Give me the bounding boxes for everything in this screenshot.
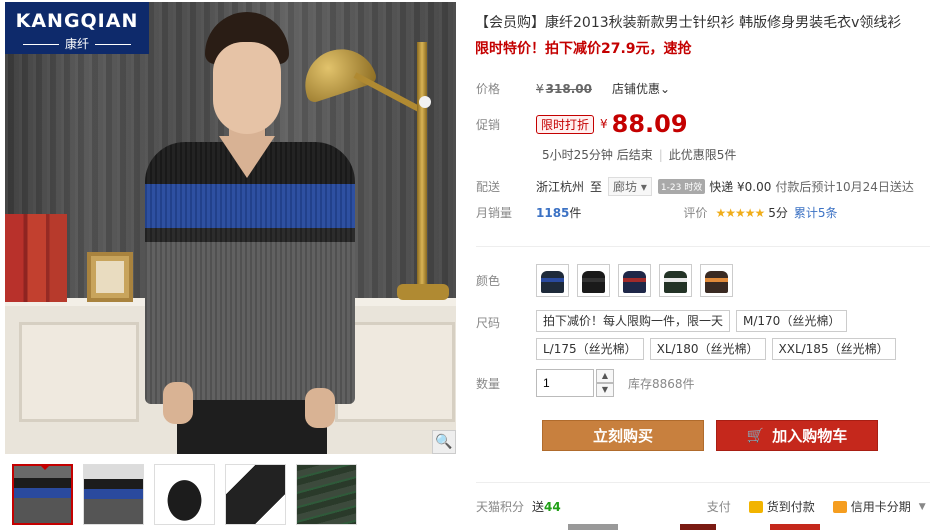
brand-name: KANGQIAN: [15, 10, 139, 32]
size-option-xl[interactable]: XL/180（丝光棉）: [649, 338, 766, 360]
thumbnail-3[interactable]: [154, 464, 215, 525]
original-price: ¥318.00: [536, 81, 592, 96]
color-swatch-black[interactable]: [577, 264, 610, 297]
color-swatch-black-navy[interactable]: [536, 264, 569, 297]
promo-headline: 限时特价！拍下减价27.9元，速抢: [475, 41, 692, 57]
express-badge: 1-23 时效: [657, 179, 706, 194]
rating-score: 5分: [768, 206, 788, 220]
cart-icon: 🛒: [746, 427, 765, 444]
caret-down-icon: ▾: [640, 180, 647, 194]
divider: [476, 246, 930, 247]
model-face: [213, 42, 281, 134]
thumbnail-1[interactable]: [12, 464, 73, 525]
payment-label: 支付: [706, 500, 731, 514]
countdown-text: 5小时25分钟 后结束: [542, 148, 653, 162]
cash-on-delivery-icon: [748, 500, 763, 513]
decrease-quantity-button[interactable]: ▼: [596, 383, 614, 397]
size-option-m[interactable]: M/170（丝光棉）: [736, 310, 848, 332]
lamp-base: [397, 284, 449, 300]
sale-price: 88.09: [611, 110, 688, 138]
price-row: 价格 ¥318.00 店铺优惠⌄: [476, 80, 670, 97]
stock-count: 库存8868件: [628, 376, 695, 391]
chevron-down-icon: ⌄: [659, 82, 671, 96]
promo-limit: 此优惠限5件: [668, 148, 737, 162]
brand-logo: KANGQIAN 康纤: [5, 2, 149, 54]
shipping-label: 配送: [476, 180, 501, 194]
picture-frame-decor: [87, 252, 133, 302]
monthly-sales-count: 1185: [536, 205, 570, 220]
size-option-promo[interactable]: 拍下减价！每人限购一件，限一天: [536, 310, 731, 332]
express-fee: 快递 ¥0.00: [709, 180, 772, 194]
main-product-photo[interactable]: [5, 2, 456, 454]
ship-from: 浙江杭州: [536, 180, 585, 194]
books-decor: [5, 214, 67, 302]
sales-unit: 件: [569, 206, 582, 220]
promo-label: 促销: [476, 117, 501, 132]
color-swatch-green-white[interactable]: [659, 264, 692, 297]
size-label: 尺码: [476, 316, 501, 330]
monthly-sales-label: 月销量: [476, 206, 513, 220]
footer-row: 天猫积分 送44 支付 货到付款 信用卡分期 ▼: [476, 498, 926, 515]
pay-installment-option[interactable]: 信用卡分期: [832, 498, 911, 515]
color-swatches: [536, 264, 733, 297]
points-label: 天猫积分: [476, 500, 525, 514]
points-value: 送44: [532, 500, 561, 514]
quantity-stepper: ▲ ▼: [596, 369, 614, 397]
currency-symbol: ¥: [600, 117, 608, 131]
shipping-row: 配送 浙江杭州 至 廊坊 ▾ 1-23 时效 快递 ¥0.00 付款后预计10月…: [476, 177, 914, 196]
promo-tag: 限时打折: [536, 114, 595, 134]
rating-label: 评价: [683, 206, 708, 220]
size-row: 尺码 拍下减价！每人限购一件，限一天 M/170（丝光棉） L/175（丝光棉）…: [476, 310, 916, 360]
model-hand: [163, 382, 193, 424]
store-coupon-dropdown[interactable]: 店铺优惠⌄: [612, 80, 670, 97]
mantel-panel: [19, 322, 139, 422]
size-option-xxl[interactable]: XXL/185（丝光棉）: [771, 338, 896, 360]
thumbnail-2[interactable]: [83, 464, 144, 525]
size-options: 拍下减价！每人限购一件，限一天 M/170（丝光棉） L/175（丝光棉） XL…: [536, 310, 916, 360]
thumbnail-5[interactable]: [296, 464, 357, 525]
size-option-l[interactable]: L/175（丝光棉）: [536, 338, 644, 360]
quantity-row: 数量 ▲ ▼ 库存8868件: [476, 369, 695, 397]
lamp-pole: [417, 42, 427, 297]
pay-cod-option[interactable]: 货到付款: [748, 498, 815, 515]
add-to-cart-button[interactable]: 🛒 加入购物车: [716, 420, 878, 451]
color-swatch-navy-red[interactable]: [618, 264, 651, 297]
review-count-link[interactable]: 累计5条: [794, 204, 838, 221]
color-swatch-brown-orange[interactable]: [700, 264, 733, 297]
sweater-texture: [145, 142, 355, 404]
rating-stars-icon: ★★★★★: [715, 205, 765, 220]
price-label: 价格: [476, 82, 501, 96]
credit-card-icon: [832, 500, 847, 513]
divider: [476, 482, 930, 483]
product-info-panel: 【会员购】康纤2013秋装新款男士针织衫 韩版修身男装毛衣v领线衫 限时特价！拍…: [470, 0, 930, 530]
chevron-down-icon[interactable]: ▼: [919, 502, 926, 512]
sales-row: 月销量 1185 件 评价 ★★★★★ 5分 累计5条: [476, 204, 838, 221]
quantity-input[interactable]: [536, 369, 594, 397]
add-to-cart-label: 加入购物车: [772, 427, 848, 445]
destination-selector[interactable]: 廊坊 ▾: [608, 177, 652, 196]
model-hand: [305, 388, 335, 428]
product-title: 【会员购】康纤2013秋装新款男士针织衫 韩版修身男装毛衣v领线衫: [475, 15, 902, 31]
cropped-row: [470, 524, 930, 530]
thumbnail-strip: [12, 464, 357, 525]
thumbnail-4[interactable]: [225, 464, 286, 525]
promo-row: 促销 限时打折 ¥ 88.09: [476, 110, 688, 138]
buy-now-label: 立刻购买: [592, 427, 653, 445]
color-row: 颜色: [476, 264, 733, 297]
quantity-label: 数量: [476, 376, 501, 391]
buy-now-button[interactable]: 立刻购买: [542, 420, 704, 451]
countdown-row: 5小时25分钟 后结束 | 此优惠限5件: [542, 147, 737, 163]
brand-subtitle: 康纤: [5, 35, 149, 52]
color-label: 颜色: [476, 274, 501, 288]
lamp-knob: [419, 96, 431, 108]
zoom-icon[interactable]: 🔍: [432, 430, 456, 454]
ship-to-word: 至: [590, 180, 603, 194]
increase-quantity-button[interactable]: ▲: [596, 369, 614, 383]
delivery-eta: 付款后预计10月24日送达: [775, 180, 914, 194]
